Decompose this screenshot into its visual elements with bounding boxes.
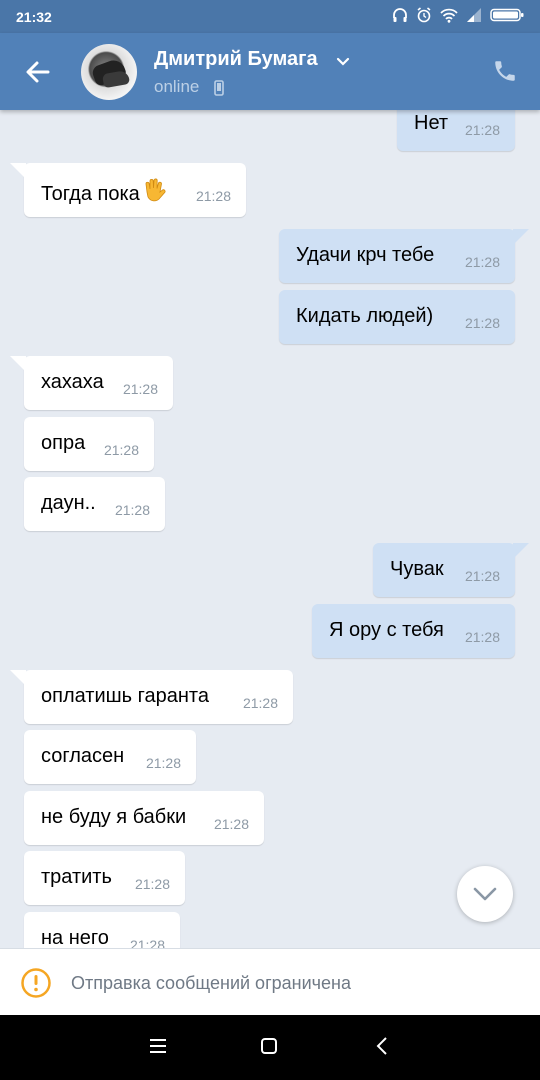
chat-header: Дмитрий Бумага online (0, 33, 540, 110)
back-arrow-icon[interactable] (22, 56, 54, 88)
message-text: Тогда пока (41, 183, 140, 205)
message-text: Нет (414, 112, 449, 134)
message-text-wrap: Тогда пока (41, 178, 166, 206)
message-incoming[interactable]: на него 21:28 (24, 912, 180, 948)
message-time: 21:28 (213, 816, 249, 832)
bubble-tail (10, 163, 26, 179)
bubble-tail (10, 356, 26, 372)
message-time: 21:28 (242, 695, 278, 711)
message-outgoing[interactable]: Я ору с тебя 21:28 (312, 604, 515, 658)
message-incoming[interactable]: согласен 21:28 (24, 730, 196, 784)
message-text: Кидать людей) (296, 305, 434, 327)
message-text: опра (41, 432, 86, 454)
wifi-icon (440, 8, 458, 23)
message-outgoing[interactable]: Чувак 21:28 (373, 543, 529, 597)
home-icon[interactable] (260, 1037, 278, 1055)
message-incoming[interactable]: Тогда пока 21:28 (10, 163, 246, 217)
phone-icon[interactable] (492, 58, 518, 84)
message-incoming[interactable]: даун.. 21:28 (24, 477, 165, 531)
message-outgoing[interactable]: Нет 21:28 (397, 110, 515, 151)
bubble-tail (513, 543, 529, 559)
status-bar: 21:32 (0, 0, 540, 33)
message-text: Чувак (390, 558, 444, 580)
battery-icon (490, 8, 524, 22)
status-icons (392, 7, 524, 23)
message-time: 21:28 (114, 502, 150, 518)
chevron-down-icon[interactable] (336, 57, 350, 67)
mobile-device-icon (214, 80, 224, 96)
restriction-text: Отправка сообщений ограничена (71, 973, 351, 993)
message-incoming[interactable]: опра 21:28 (24, 417, 154, 471)
avatar-shoe-2 (101, 69, 131, 89)
message-text: хахаха (41, 371, 104, 393)
message-incoming[interactable]: хахаха 21:28 (10, 356, 173, 410)
message-incoming[interactable]: не буду я бабки 21:28 (24, 791, 264, 845)
message-outgoing[interactable]: Удачи крч тебе 21:28 (279, 229, 529, 283)
contact-status: online (154, 77, 200, 96)
message-text: Удачи крч тебе (296, 244, 435, 266)
menu-icon[interactable] (149, 1037, 167, 1055)
message-time: 21:28 (129, 937, 165, 948)
contact-name[interactable]: Дмитрий Бумага (154, 48, 318, 71)
bubble-tail (513, 229, 529, 245)
warning-icon (21, 968, 51, 998)
message-outgoing[interactable]: Кидать людей) 21:28 (279, 290, 515, 344)
avatar[interactable] (81, 44, 137, 100)
back-icon[interactable] (375, 1037, 389, 1055)
message-incoming[interactable]: оплатишь гаранта 21:28 (10, 670, 293, 724)
message-incoming[interactable]: тратить 21:28 (24, 851, 185, 905)
send-restricted-bar: Отправка сообщений ограничена (0, 948, 540, 1015)
message-text: тратить (41, 866, 112, 888)
message-time: 21:28 (122, 381, 158, 397)
chat-area[interactable]: Нет 21:28 Тогда пока 21:28 Удачи крч теб… (0, 110, 540, 948)
message-time: 21:28 (464, 568, 500, 584)
navigation-bar (0, 1015, 540, 1080)
message-text: оплатишь гаранта (41, 685, 209, 707)
scroll-down-button[interactable] (457, 866, 513, 922)
message-time: 21:28 (103, 442, 139, 458)
headphones-icon (393, 8, 407, 22)
message-text: даун.. (41, 492, 96, 514)
message-text: Я ору с тебя (329, 619, 444, 641)
signal-icon (467, 8, 481, 22)
chevron-down-icon (473, 887, 497, 901)
message-time: 21:28 (145, 755, 181, 771)
bubble-tail (10, 670, 26, 686)
message-time: 21:28 (464, 315, 500, 331)
message-time: 21:28 (134, 876, 170, 892)
message-text: на него (41, 927, 109, 948)
message-text: согласен (41, 745, 125, 767)
message-time: 21:28 (464, 629, 500, 645)
message-time: 21:28 (464, 122, 500, 138)
waving-hand-icon (145, 178, 166, 202)
status-time: 21:32 (16, 9, 52, 25)
message-time: 21:28 (464, 254, 500, 270)
message-time: 21:28 (195, 188, 231, 204)
message-text: не буду я бабки (41, 806, 187, 828)
alarm-icon (417, 7, 431, 23)
